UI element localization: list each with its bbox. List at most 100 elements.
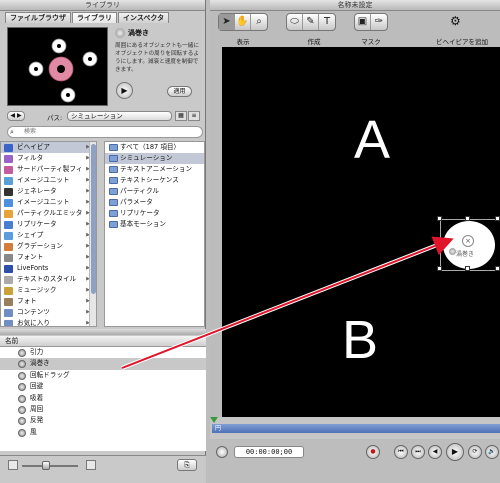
list-item[interactable]: 回転ドラッグ (0, 370, 206, 381)
category-item[interactable]: テキストのスタイル▶ (1, 274, 96, 285)
library-title: ライブラリ (0, 0, 205, 11)
text-icon[interactable]: T (319, 14, 335, 30)
category-item[interactable]: シェイプ▶ (1, 230, 96, 241)
list-item-label: 吸着 (30, 393, 44, 402)
category-label: お気に入り (17, 319, 50, 327)
handle-bottom[interactable] (465, 266, 470, 271)
category-item[interactable]: フォント▶ (1, 252, 96, 263)
subfolder-item[interactable]: パーティクル (105, 186, 204, 197)
subfolder-item[interactable]: テキストアニメーション (105, 164, 204, 175)
bezier-icon[interactable]: ✎ (303, 14, 319, 30)
list-item[interactable]: 反発 (0, 415, 206, 426)
anchor-point-icon[interactable]: × (462, 235, 474, 247)
list-item[interactable]: 回避 (0, 381, 206, 392)
subfolder-label: パーティクル (120, 187, 159, 195)
search-input[interactable]: 検索 (7, 126, 203, 138)
category-item[interactable]: サードパーティ製フィ▶ (1, 164, 96, 175)
apply-button[interactable]: 適用 (167, 86, 192, 97)
handle-top[interactable] (465, 216, 470, 221)
new-folder-button[interactable]: ⎘ (177, 459, 197, 471)
play-reverse-button[interactable]: ◀ (428, 445, 442, 459)
category-item[interactable]: お気に入り▶ (1, 318, 96, 327)
timeline-track[interactable]: 円 (212, 424, 500, 433)
handle-top-left[interactable] (437, 216, 442, 221)
category-item[interactable]: リプリケータ▶ (1, 219, 96, 230)
subfolder-item[interactable]: リプリケータ (105, 208, 204, 219)
category-item[interactable]: ビヘイビア▶ (1, 142, 96, 153)
category-label: シェイプ (17, 231, 44, 239)
play-button[interactable]: ▶ (446, 443, 464, 461)
list-item[interactable]: 引力 (0, 347, 206, 358)
tab-file-browser[interactable]: ファイルブラウザ (5, 12, 71, 23)
back-arrow-icon[interactable]: ◀ ▶ (7, 111, 25, 121)
playhead-icon[interactable] (210, 417, 218, 423)
category-icon (4, 199, 13, 207)
go-to-end-button[interactable]: ⏭ (411, 445, 425, 459)
subfolder-item[interactable]: パラメータ (105, 197, 204, 208)
folder-icon (109, 155, 118, 162)
play-preview-button[interactable]: ▶ (116, 82, 133, 99)
category-icon (4, 221, 13, 229)
category-item[interactable]: LiveFonts▶ (1, 263, 96, 274)
mute-button[interactable]: 🔊 (485, 445, 499, 459)
subfolder-label: テキストアニメーション (120, 165, 193, 173)
list-item[interactable]: 渦巻き (0, 358, 206, 370)
category-label: フォント (17, 253, 44, 261)
category-item[interactable]: ミュージック▶ (1, 285, 96, 296)
list-view-button[interactable]: ≡ (188, 111, 200, 121)
list-item[interactable]: 吸着 (0, 393, 206, 404)
icon-size-slider-knob[interactable] (42, 461, 50, 470)
category-item[interactable]: イメージユニット▶ (1, 175, 96, 186)
add-behavior-gear-icon[interactable]: ⚙ (450, 14, 461, 28)
timecode-field[interactable]: 00:00:00;00 (234, 446, 304, 458)
select-arrow-icon[interactable]: ➤ (219, 14, 235, 30)
category-list[interactable]: ビヘイビア▶フィルタ▶サードパーティ製フィ▶イメージユニット▶ジェネレータ▶イメ… (0, 141, 97, 327)
category-item[interactable]: パーティクルエミッタ▶ (1, 208, 96, 219)
category-item[interactable]: フォト▶ (1, 296, 96, 307)
canvas-area[interactable]: A B × 渦巻き (222, 47, 500, 417)
handle-left[interactable] (437, 241, 442, 246)
path-select[interactable]: シミュレーション (67, 111, 172, 121)
tab-library[interactable]: ライブラリ (72, 12, 117, 23)
record-button[interactable]: ● (366, 445, 380, 459)
bezier-mask-icon[interactable]: ✑ (371, 14, 387, 30)
category-item[interactable]: グラデーション▶ (1, 241, 96, 252)
handle-bottom-left[interactable] (437, 266, 442, 271)
list-item[interactable]: 周回 (0, 404, 206, 415)
icon-size-slider[interactable] (22, 465, 78, 467)
subfolder-item[interactable]: テキストシーケンス (105, 175, 204, 186)
zoom-icon[interactable]: ⌕ (251, 14, 267, 30)
behavior-icon (18, 383, 26, 392)
path-label: パス: (47, 114, 63, 122)
handle-top-right[interactable] (495, 216, 500, 221)
letter-a: A (354, 110, 391, 170)
category-scroll-thumb[interactable] (91, 144, 96, 294)
category-item[interactable]: コンテンツ▶ (1, 307, 96, 318)
loop-button[interactable]: ⟳ (468, 445, 482, 459)
folder-icon (109, 188, 118, 195)
item-list[interactable]: 引力 渦巻き回転ドラッグ 回避 吸着周回 反発風 (0, 347, 206, 451)
go-to-start-button[interactable]: ⏮ (394, 445, 408, 459)
tab-inspector[interactable]: インスペクタ (118, 12, 170, 23)
list-item-label: 渦巻き (30, 359, 50, 368)
icon-view-button[interactable]: ▦ (175, 111, 187, 121)
behavior-icon (18, 360, 26, 369)
subfolder-item[interactable]: 基本モーション (105, 219, 204, 230)
ellipse-icon[interactable]: ⬭ (287, 14, 303, 30)
split-handle[interactable] (0, 329, 206, 335)
rect-mask-icon[interactable]: ▣ (355, 14, 371, 30)
name-column-header[interactable]: 名前 (0, 336, 206, 347)
list-item[interactable]: 風 (0, 427, 206, 438)
category-scrollbar[interactable] (89, 142, 96, 326)
pan-hand-icon[interactable]: ✋ (235, 14, 251, 30)
timecode-mode-icon[interactable] (216, 446, 228, 458)
category-item[interactable]: ジェネレータ▶ (1, 186, 96, 197)
category-item[interactable]: フィルタ▶ (1, 153, 96, 164)
subfolder-list[interactable]: すべて（187 項目） シミュレーション テキストアニメーションテキストシーケンスパ… (104, 141, 205, 327)
category-item[interactable]: イメージユニット▶ (1, 197, 96, 208)
mini-timeline[interactable]: 円 (210, 417, 500, 439)
handle-bottom-right[interactable] (495, 266, 500, 271)
subfolder-item[interactable]: すべて（187 項目） (105, 142, 204, 153)
subfolder-item[interactable]: シミュレーション (105, 153, 204, 164)
folder-icon (109, 210, 118, 217)
